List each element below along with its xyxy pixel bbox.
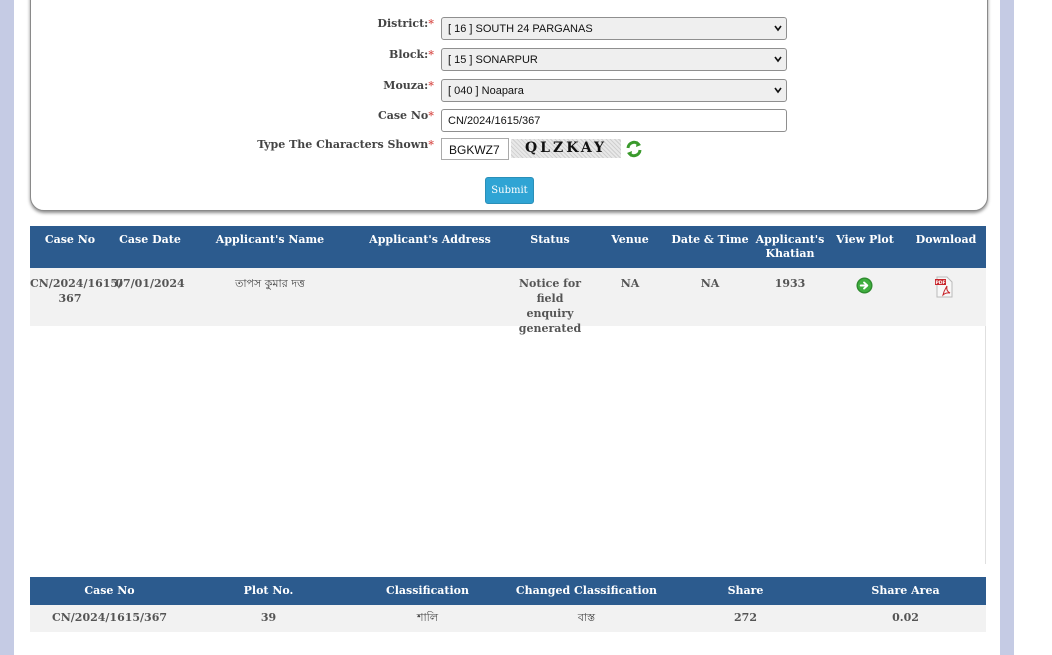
header-plot-no: Plot No. (243, 584, 294, 597)
search-form-card: District:* [ 16 ] SOUTH 24 PARGANAS Bloc… (30, 0, 988, 211)
svg-text:PDF: PDF (935, 280, 945, 286)
header-venue: Venue (611, 233, 649, 246)
header-share: Share (727, 584, 764, 597)
cell-share-area: 0.02 (892, 611, 919, 624)
block-select[interactable]: [ 15 ] SONARPUR (441, 48, 787, 71)
table-row: CN/2024/1615/367 39 শালি বাস্ত 272 0.02 (30, 605, 986, 632)
chevron-down-icon (774, 25, 782, 32)
arrow-right-circle-icon[interactable] (856, 277, 873, 294)
cell-case-no: CN/2024/1615/367 (30, 277, 123, 305)
cell-date-time: NA (700, 277, 720, 290)
results-table-header: Case No Case Date Applicant's Name Appli… (30, 226, 986, 268)
plot-table-header: Case No Plot No. Classification Changed … (30, 577, 986, 605)
cell-khatian: 1933 (774, 277, 806, 290)
cell-changed-classification: বাস্ত (577, 611, 596, 624)
cell-share: 272 (734, 611, 757, 624)
block-select-value: [ 15 ] SONARPUR (448, 54, 538, 66)
header-view-plot: View Plot (836, 233, 894, 246)
cell-case-date: 07/01/2024 (115, 277, 185, 290)
header-classification: Classification (385, 584, 470, 597)
submit-button[interactable]: Submit (485, 177, 534, 204)
captcha-row: Type The Characters Shown* BGKWZ7 QLZKAY (31, 138, 989, 162)
header-plot-case-no: Case No (84, 584, 135, 597)
mouza-row: Mouza:* [ 040 ] Noapara (31, 79, 989, 103)
header-applicant-name: Applicant's Name (215, 233, 325, 246)
captcha-input[interactable]: BGKWZ7 (441, 138, 509, 160)
chevron-down-icon (774, 87, 782, 94)
header-khatian: Applicant's Khatian (755, 233, 825, 260)
header-case-no: Case No (44, 233, 96, 246)
results-table: Case No Case Date Applicant's Name Appli… (30, 226, 986, 335)
block-row: Block:* [ 15 ] SONARPUR (31, 48, 989, 72)
header-download: Download (915, 233, 977, 246)
pdf-icon[interactable]: PDF (934, 276, 954, 298)
header-share-area: Share Area (871, 584, 940, 597)
mouza-select[interactable]: [ 040 ] Noapara (441, 79, 787, 102)
results-empty-area (30, 326, 986, 564)
cell-applicant-name: তাপস কুমার দত্ত (235, 277, 305, 290)
district-row: District:* [ 16 ] SOUTH 24 PARGANAS (31, 17, 989, 41)
cell-plot-no: 39 (260, 611, 277, 624)
mouza-label: Mouza:* (383, 79, 434, 92)
header-changed-classification: Changed Classification (515, 584, 658, 597)
district-select[interactable]: [ 16 ] SOUTH 24 PARGANAS (441, 17, 787, 40)
district-label: District:* (377, 17, 434, 30)
case-no-label: Case No* (377, 109, 434, 122)
main-content: District:* [ 16 ] SOUTH 24 PARGANAS Bloc… (14, 0, 1000, 655)
block-label: Block:* (389, 48, 434, 61)
right-page-border (1000, 0, 1014, 655)
plot-table: Case No Plot No. Classification Changed … (30, 577, 986, 632)
mouza-select-value: [ 040 ] Noapara (448, 85, 524, 97)
captcha-label: Type The Characters Shown* (257, 138, 434, 151)
header-applicant-address: Applicant's Address (369, 233, 491, 246)
case-no-input[interactable]: CN/2024/1615/367 (441, 109, 787, 132)
cell-venue: NA (620, 277, 640, 290)
refresh-icon[interactable] (624, 139, 644, 159)
captcha-image: QLZKAY (511, 139, 621, 158)
case-no-row: Case No* CN/2024/1615/367 (31, 109, 989, 133)
cell-classification: শালি (416, 611, 439, 624)
header-status: Status (530, 233, 570, 246)
chevron-down-icon (774, 56, 782, 63)
header-case-date: Case Date (119, 233, 181, 246)
district-select-value: [ 16 ] SOUTH 24 PARGANAS (448, 23, 593, 35)
table-row: CN/2024/1615/367 07/01/2024 তাপস কুমার দ… (30, 268, 986, 335)
left-page-border (0, 0, 14, 655)
cell-plot-case-no: CN/2024/1615/367 (51, 611, 168, 624)
header-date-time: Date & Time (671, 233, 749, 246)
